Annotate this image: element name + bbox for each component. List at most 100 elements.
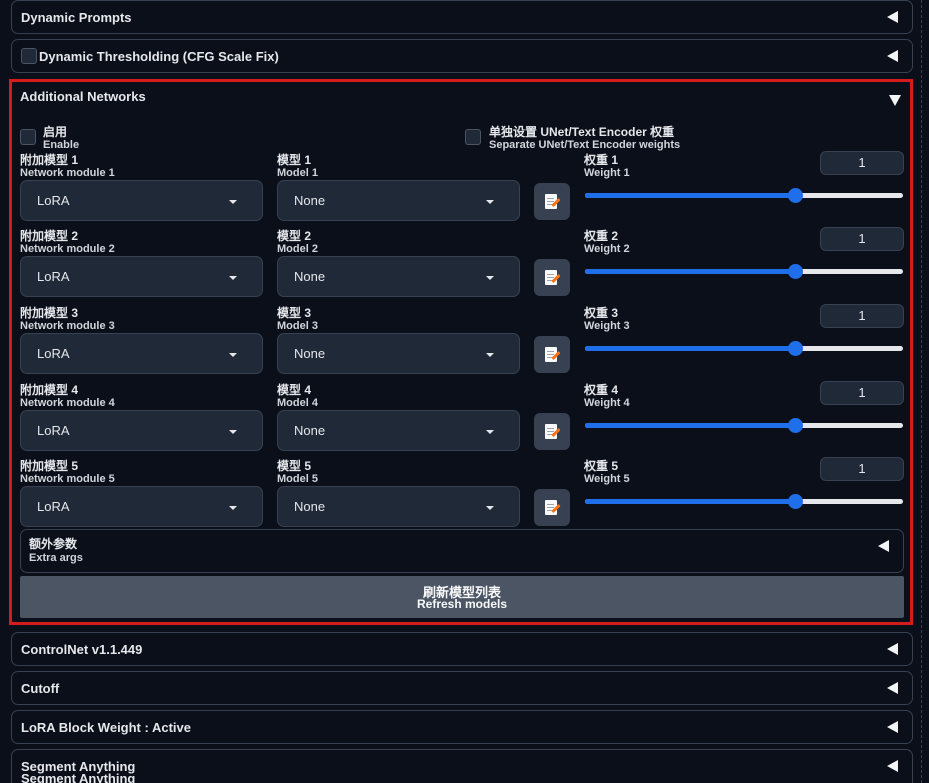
refresh-models-button[interactable]: 刷新模型列表 Refresh models [20, 576, 904, 618]
chevron-down-icon [229, 430, 237, 434]
panel-title: Additional Networks [20, 89, 146, 104]
slider-fill [585, 423, 795, 428]
weight-number-input[interactable]: 1 [820, 151, 904, 175]
model-label-en: Model 3 [277, 320, 318, 332]
weight-label-cn: 权重 5 [584, 459, 619, 473]
network-module-dropdown[interactable]: LoRA [20, 180, 263, 221]
edit-metadata-button[interactable] [534, 336, 570, 373]
edit-metadata-button[interactable] [534, 413, 570, 450]
network-module-dropdown[interactable]: LoRA [20, 410, 263, 451]
network-module-label-cn: 附加模型 4 [20, 383, 79, 397]
weight-slider[interactable] [585, 263, 903, 279]
weight-slider[interactable] [585, 187, 903, 203]
network-module-dropdown[interactable]: LoRA [20, 256, 263, 297]
slider-thumb[interactable] [787, 494, 803, 509]
dropdown-value: LoRA [37, 499, 70, 514]
network-module-label-cn: 附加模型 5 [20, 459, 79, 473]
dropdown-value: None [294, 499, 326, 514]
network-module-label-cn: 附加模型 2 [20, 229, 79, 243]
chevron-down-icon [229, 506, 237, 510]
expand-arrow-icon[interactable] [889, 95, 901, 106]
weight-label-en: Weight 1 [584, 167, 630, 179]
weight-slider[interactable] [585, 340, 903, 356]
chevron-down-icon [486, 276, 494, 280]
accordion-title: Dynamic Thresholding (CFG Scale Fix) [39, 49, 279, 64]
enable-checkbox[interactable] [20, 129, 36, 145]
model-dropdown[interactable]: None [277, 256, 520, 297]
collapse-arrow-icon[interactable] [887, 760, 898, 772]
accordion-controlnet[interactable]: ControlNet v1.1.449 [11, 632, 913, 666]
extra-args-label-en: Extra args [29, 552, 83, 564]
model-dropdown[interactable]: None [277, 333, 520, 374]
extra-args-label-cn: 额外参数 [29, 537, 78, 551]
chevron-down-icon [486, 506, 494, 510]
enable-label-en: Enable [43, 139, 80, 151]
model-label-cn: 模型 1 [277, 153, 312, 167]
weight-number-input[interactable]: 1 [820, 227, 904, 251]
dropdown-value: None [294, 346, 326, 361]
model-label-cn: 模型 3 [277, 306, 312, 320]
slider-thumb[interactable] [787, 188, 803, 203]
network-module-label-cn: 附加模型 3 [20, 306, 79, 320]
refresh-label-en: Refresh models [416, 597, 508, 611]
weight-number-input[interactable]: 1 [820, 457, 904, 481]
slider-thumb[interactable] [787, 341, 803, 356]
edit-metadata-button[interactable] [534, 489, 570, 526]
chevron-down-icon [229, 276, 237, 280]
dropdown-value: LoRA [37, 423, 70, 438]
extra-args-accordion[interactable]: 额外参数 Extra args [20, 529, 904, 573]
accordion-title: Cutoff [21, 681, 60, 696]
accordion-dynamic-thresholding[interactable]: Dynamic Thresholding (CFG Scale Fix) [11, 39, 913, 73]
weight-slider[interactable] [585, 417, 903, 433]
separate-weights-checkbox[interactable] [465, 129, 481, 145]
model-dropdown[interactable]: None [277, 180, 520, 221]
weight-number-input[interactable]: 1 [820, 304, 904, 328]
accordion-cutoff[interactable]: Cutoff [11, 671, 913, 705]
dropdown-value: LoRA [37, 346, 70, 361]
dropdown-value: None [294, 423, 326, 438]
slider-thumb[interactable] [787, 418, 803, 433]
separate-weights-label-en: Separate UNet/Text Encoder weights [489, 139, 681, 151]
weight-label-cn: 权重 1 [584, 153, 619, 167]
network-module-dropdown[interactable]: LoRA [20, 333, 263, 374]
accordion-title: Dynamic Prompts [21, 10, 132, 25]
weight-label-en: Weight 4 [584, 397, 630, 409]
model-label-cn: 模型 5 [277, 459, 312, 473]
slider-fill [585, 346, 795, 351]
model-dropdown[interactable]: None [277, 486, 520, 527]
weight-number-input[interactable]: 1 [820, 381, 904, 405]
network-module-dropdown[interactable]: LoRA [20, 486, 263, 527]
weight-slider[interactable] [585, 493, 903, 509]
network-module-label-en: Network module 3 [20, 320, 115, 332]
weight-label-cn: 权重 3 [584, 306, 619, 320]
slider-fill [585, 499, 795, 504]
chevron-down-icon [229, 353, 237, 357]
model-dropdown[interactable]: None [277, 410, 520, 451]
network-module-label-en: Network module 4 [20, 397, 115, 409]
chevron-down-icon [486, 200, 494, 204]
model-label-en: Model 2 [277, 243, 318, 255]
enable-checkbox[interactable] [21, 48, 37, 64]
accordion-subtitle: Segment Anything [21, 771, 136, 783]
collapse-arrow-icon[interactable] [887, 682, 898, 694]
edit-metadata-button[interactable] [534, 183, 570, 220]
collapse-arrow-icon[interactable] [878, 540, 889, 552]
collapse-arrow-icon[interactable] [887, 721, 898, 733]
weight-label-en: Weight 2 [584, 243, 630, 255]
panel-divider [921, 0, 922, 783]
edit-metadata-button[interactable] [534, 259, 570, 296]
model-label-cn: 模型 2 [277, 229, 312, 243]
dropdown-value: LoRA [37, 193, 70, 208]
model-label-en: Model 5 [277, 473, 318, 485]
model-label-cn: 模型 4 [277, 383, 312, 397]
dropdown-value: None [294, 193, 326, 208]
accordion-dynamic-prompts[interactable]: Dynamic Prompts [11, 0, 913, 34]
collapse-arrow-icon[interactable] [887, 11, 898, 23]
enable-label-cn: 启用 [43, 125, 68, 139]
collapse-arrow-icon[interactable] [887, 50, 898, 62]
collapse-arrow-icon[interactable] [887, 643, 898, 655]
slider-thumb[interactable] [787, 264, 803, 279]
dropdown-value: LoRA [37, 269, 70, 284]
accordion-segment-anything[interactable]: Segment Anything Segment Anything [11, 749, 913, 783]
accordion-lora-block-weight[interactable]: LoRA Block Weight : Active [11, 710, 913, 744]
